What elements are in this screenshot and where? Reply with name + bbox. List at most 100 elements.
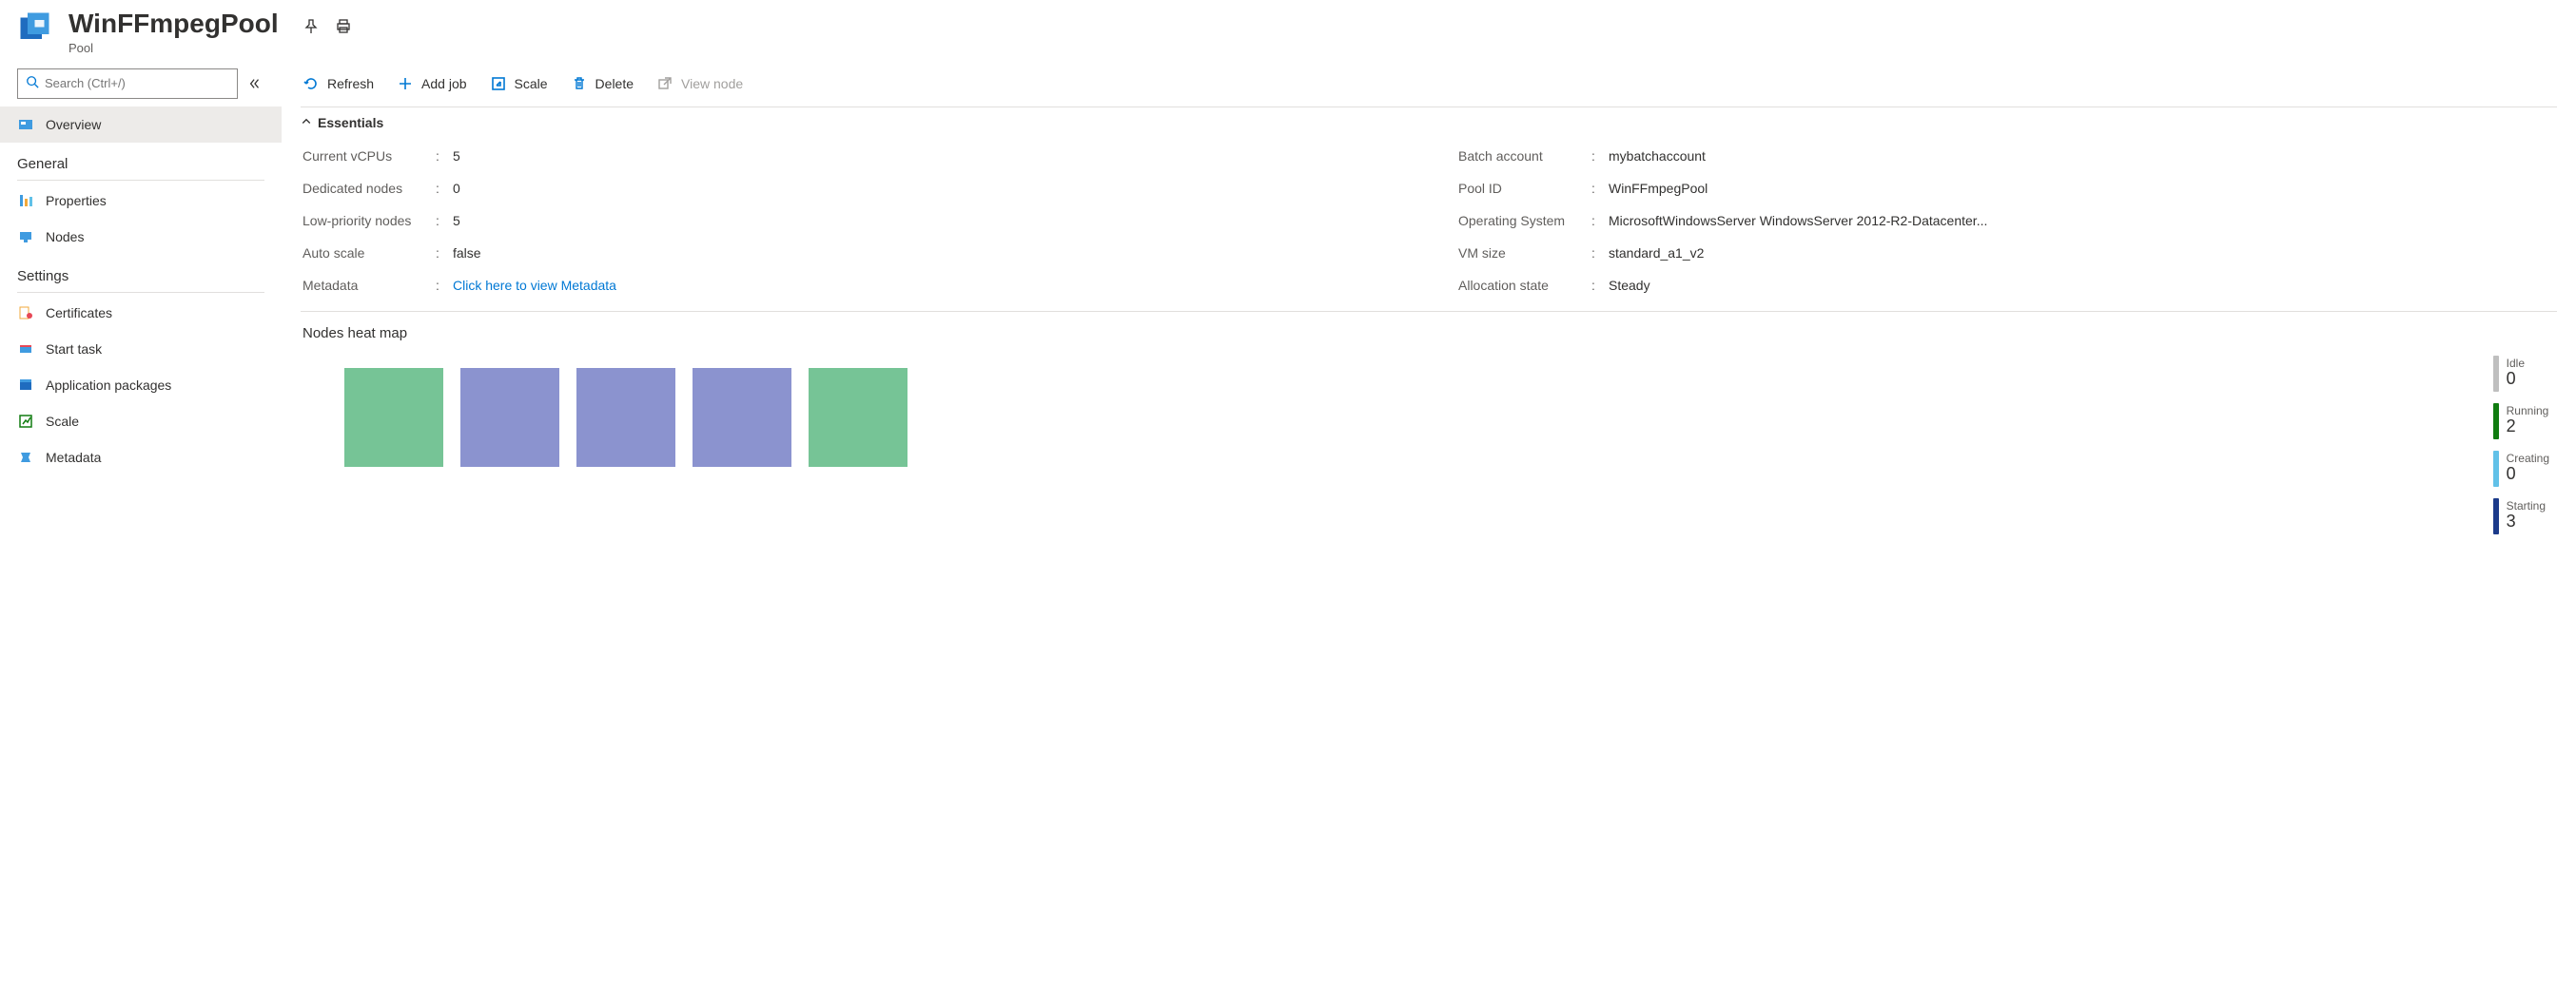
heatmap-node-tile[interactable] (809, 368, 907, 467)
essentials-value: mybatchaccount (1609, 148, 1706, 164)
print-icon[interactable] (334, 17, 353, 36)
plus-icon (397, 75, 414, 92)
toolbar-label: Add job (421, 76, 466, 91)
toolbar-label: Refresh (327, 76, 374, 91)
essentials-value: standard_a1_v2 (1609, 245, 1704, 261)
toolbar-label: View node (681, 76, 743, 91)
essentials-label: VM size (1458, 245, 1591, 261)
heatmap-legend: Idle 0 Running 2 Creating 0 (2493, 356, 2549, 534)
scale-icon (17, 413, 34, 430)
essentials-label: Batch account (1458, 148, 1591, 164)
essentials-value: 5 (453, 213, 460, 228)
sidebar-item-overview[interactable]: Overview (0, 106, 282, 143)
toolbar: Refresh Add job Scale (301, 61, 2576, 106)
essentials-label: Low-priority nodes (302, 213, 436, 228)
legend-color-swatch (2493, 451, 2499, 487)
collapse-sidebar-icon[interactable] (245, 77, 264, 90)
sidebar-item-scale[interactable]: Scale (0, 403, 282, 439)
metadata-link[interactable]: Click here to view Metadata (453, 278, 616, 293)
properties-icon (17, 192, 34, 209)
heatmap-node-tile[interactable] (344, 368, 443, 467)
scale-toolbar-icon (490, 75, 507, 92)
sidebar-group-general: General (0, 143, 282, 178)
essentials-value: WinFFmpegPool (1609, 181, 1708, 196)
sidebar-item-label: Scale (46, 414, 79, 429)
search-input-wrap[interactable] (17, 68, 238, 99)
nodes-icon (17, 228, 34, 245)
essentials-value: 5 (453, 148, 460, 164)
app-packages-icon (17, 377, 34, 394)
open-external-icon (656, 75, 673, 92)
toolbar-label: Scale (515, 76, 548, 91)
essentials-label: Allocation state (1458, 278, 1591, 293)
pool-resource-icon (17, 10, 57, 49)
sidebar: Overview General Properties Nodes Settin… (0, 61, 282, 987)
sidebar-item-properties[interactable]: Properties (0, 183, 282, 219)
divider (17, 292, 264, 293)
legend-item-creating: Creating 0 (2493, 451, 2549, 487)
sidebar-item-certificates[interactable]: Certificates (0, 295, 282, 331)
main-pane: Refresh Add job Scale (282, 61, 2576, 987)
legend-count: 3 (2507, 513, 2546, 532)
essentials-heading: Essentials (318, 115, 383, 130)
heatmap-tiles (301, 351, 2576, 484)
search-icon (26, 75, 39, 91)
sidebar-item-nodes[interactable]: Nodes (0, 219, 282, 255)
page-subtitle: Pool (68, 41, 353, 55)
delete-button[interactable]: Delete (569, 71, 635, 96)
essentials-value: false (453, 245, 481, 261)
sidebar-item-label: Properties (46, 193, 107, 208)
essentials-label: Metadata (302, 278, 436, 293)
view-node-button: View node (654, 71, 745, 96)
legend-count: 0 (2507, 465, 2549, 484)
sidebar-item-app-packages[interactable]: Application packages (0, 367, 282, 403)
sidebar-item-label: Metadata (46, 450, 101, 465)
sidebar-item-start-task[interactable]: Start task (0, 331, 282, 367)
essentials-label: Operating System (1458, 213, 1591, 228)
metadata-icon (17, 449, 34, 466)
legend-color-swatch (2493, 498, 2499, 534)
legend-color-swatch (2493, 403, 2499, 439)
legend-count: 2 (2507, 417, 2549, 436)
sidebar-item-label: Certificates (46, 305, 112, 320)
search-input[interactable] (45, 76, 229, 90)
essentials-label: Dedicated nodes (302, 181, 436, 196)
page-title: WinFFmpegPool (68, 10, 279, 39)
scale-button[interactable]: Scale (488, 71, 550, 96)
legend-item-idle: Idle 0 (2493, 356, 2549, 392)
legend-count: 0 (2507, 370, 2525, 389)
start-task-icon (17, 340, 34, 358)
essentials-grid: Current vCPUs : 5 Dedicated nodes : 0 Lo… (301, 136, 2576, 311)
overview-icon (17, 116, 34, 133)
toolbar-label: Delete (595, 76, 634, 91)
legend-item-running: Running 2 (2493, 403, 2549, 439)
refresh-button[interactable]: Refresh (301, 71, 376, 96)
page-header: WinFFmpegPool (0, 0, 2576, 61)
heatmap-node-tile[interactable] (576, 368, 675, 467)
add-job-button[interactable]: Add job (395, 71, 468, 96)
essentials-value: Steady (1609, 278, 1650, 293)
pin-icon[interactable] (302, 17, 321, 36)
essentials-label: Current vCPUs (302, 148, 436, 164)
certificates-icon (17, 304, 34, 321)
sidebar-item-label: Nodes (46, 229, 84, 244)
sidebar-group-settings: Settings (0, 255, 282, 290)
trash-icon (571, 75, 588, 92)
essentials-toggle[interactable]: Essentials (301, 107, 2576, 136)
refresh-icon (302, 75, 320, 92)
essentials-value: 0 (453, 181, 460, 196)
sidebar-item-label: Overview (46, 117, 101, 132)
sidebar-item-label: Application packages (46, 377, 171, 393)
legend-item-starting: Starting 3 (2493, 498, 2549, 534)
essentials-value: MicrosoftWindowsServer WindowsServer 201… (1609, 213, 1987, 228)
essentials-label: Pool ID (1458, 181, 1591, 196)
sidebar-item-metadata[interactable]: Metadata (0, 439, 282, 475)
chevron-up-icon (301, 115, 312, 130)
essentials-label: Auto scale (302, 245, 436, 261)
divider (17, 180, 264, 181)
legend-color-swatch (2493, 356, 2499, 392)
heatmap-node-tile[interactable] (693, 368, 791, 467)
heatmap-title: Nodes heat map (301, 312, 2576, 351)
heatmap-node-tile[interactable] (460, 368, 559, 467)
sidebar-item-label: Start task (46, 341, 102, 357)
